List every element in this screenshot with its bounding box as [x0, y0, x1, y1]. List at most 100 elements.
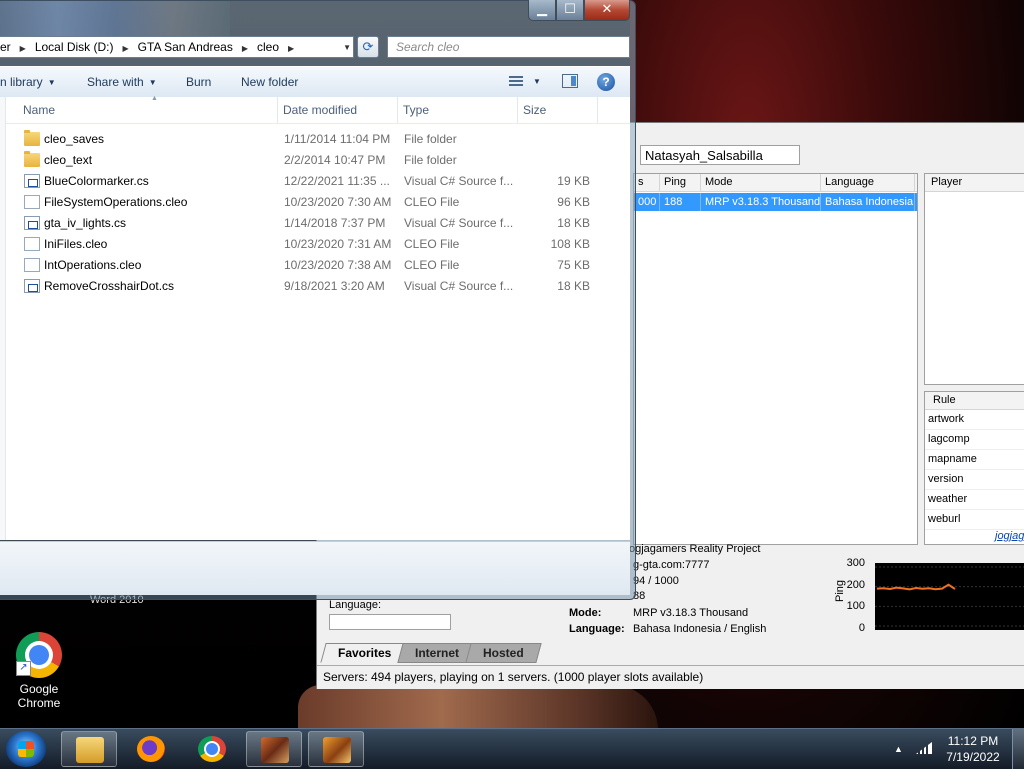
cleo-file-icon — [24, 258, 40, 272]
network-signal-icon[interactable] — [916, 742, 932, 754]
show-desktop-button[interactable] — [1012, 729, 1024, 769]
view-options-icon[interactable] — [509, 76, 523, 88]
file-type: File folder — [404, 132, 457, 146]
weburl-link[interactable]: jogjag — [995, 530, 1024, 542]
col-mode[interactable]: Mode — [701, 174, 821, 191]
chevron-down-icon: ▼ — [47, 77, 56, 87]
file-row[interactable]: IntOperations.cleo 10/23/2020 7:38 AM CL… — [6, 255, 630, 276]
col-language[interactable]: Language — [821, 174, 915, 191]
chrome-label-line2: Chrome — [17, 696, 61, 710]
file-row[interactable]: gta_iv_lights.cs 1/14/2018 7:37 PM Visua… — [6, 213, 630, 234]
tab-hosted[interactable]: Hosted — [465, 643, 542, 663]
rule-item: artwork — [925, 410, 1024, 430]
address-bar[interactable]: er ▶ Local Disk (D:) ▶ GTA San Andreas ▶ cleo ▶… — [0, 36, 354, 58]
show-hidden-icons-icon[interactable]: ▲ — [894, 744, 903, 754]
column-headers: Name ▲ Date modified Type Size — [6, 95, 630, 124]
taskbar: ▲ 11:12 PM 7/19/2022 — [0, 728, 1024, 769]
chevron-right-icon[interactable]: ▶ — [20, 38, 26, 57]
taskbar-chrome[interactable] — [184, 731, 240, 767]
file-name: cleo_saves — [44, 132, 105, 146]
server-info-mode-label: Mode: — [569, 607, 602, 619]
file-date: 10/23/2020 7:31 AM — [284, 237, 392, 251]
clock[interactable]: 11:12 PM 7/19/2022 — [938, 733, 1008, 765]
tab-favorites[interactable]: Favorites — [320, 643, 410, 663]
filter-language-input[interactable] — [329, 614, 451, 630]
server-list[interactable]: s Ping Mode Language 000 188 MRP v3.18.3… — [633, 173, 918, 545]
taskbar-gta-sa[interactable] — [246, 731, 302, 767]
chevron-right-icon[interactable]: ▶ — [123, 38, 129, 57]
server-info-name: ogjagamers Reality Project — [629, 543, 761, 555]
file-type: Visual C# Source f... — [404, 174, 514, 188]
chevron-right-icon[interactable]: ▶ — [242, 38, 248, 57]
file-date: 10/23/2020 7:30 AM — [284, 195, 392, 209]
player-col-header[interactable]: Player — [925, 174, 1024, 192]
col-players[interactable]: s — [634, 174, 660, 191]
file-size: 18 KB — [557, 279, 590, 293]
csharp-file-icon — [24, 216, 40, 230]
taskbar-samp[interactable] — [308, 731, 364, 767]
ping-chart — [875, 563, 1024, 630]
refresh-icon: ⟳ — [362, 39, 374, 54]
minimize-button[interactable]: ▁ — [528, 0, 556, 21]
column-type-header[interactable]: Type — [398, 97, 518, 123]
burn-button[interactable]: Burn — [186, 67, 211, 97]
file-date: 9/18/2021 3:20 AM — [284, 279, 385, 293]
chevron-down-icon: ▼ — [148, 77, 157, 87]
new-folder-button[interactable]: New folder — [241, 67, 298, 97]
player-name-input[interactable]: Natasyah_Salsabilla — [640, 145, 800, 165]
file-row[interactable]: FileSystemOperations.cleo 10/23/2020 7:3… — [6, 192, 630, 213]
chevron-down-icon[interactable]: ▼ — [343, 37, 351, 57]
folder-icon — [24, 130, 40, 146]
chevron-right-icon[interactable]: ▶ — [288, 38, 294, 57]
file-type: Visual C# Source f... — [404, 279, 514, 293]
file-row[interactable]: cleo_text 2/2/2014 10:47 PM File folder — [6, 150, 630, 171]
file-row[interactable]: BlueColormarker.cs 12/22/2021 11:35 ... … — [6, 171, 630, 192]
server-tabs: Favorites Internet Hosted — [320, 643, 542, 663]
folder-icon — [24, 151, 40, 167]
breadcrumb-item[interactable]: Local Disk (D:) — [35, 37, 114, 57]
file-name: RemoveCrosshairDot.cs — [44, 279, 175, 293]
column-size-header[interactable]: Size — [518, 97, 598, 123]
taskbar-explorer[interactable] — [61, 731, 117, 767]
close-button[interactable]: ✕ — [584, 0, 630, 21]
search-input[interactable]: Search cleo — [387, 36, 630, 58]
ping-tick: 200 — [846, 579, 865, 591]
file-name: cleo_text — [44, 153, 93, 167]
taskbar-firefox[interactable] — [123, 731, 179, 767]
server-language: Bahasa Indonesia — [821, 193, 915, 211]
help-icon[interactable]: ? — [597, 73, 615, 91]
rule-list[interactable]: Rule artwork lagcomp mapname version wea… — [924, 391, 1024, 545]
column-name-header[interactable]: Name — [18, 97, 278, 123]
file-name: IntOperations.cleo — [44, 258, 142, 272]
share-with-button[interactable]: Share with ▼ — [87, 67, 157, 97]
include-in-library-button[interactable]: n library ▼ — [0, 67, 56, 97]
start-button[interactable] — [6, 731, 46, 767]
server-row[interactable]: 000 188 MRP v3.18.3 Thousand Bahasa Indo… — [634, 193, 917, 211]
player-list[interactable]: Player — [924, 173, 1024, 385]
breadcrumb-item[interactable]: cleo — [257, 37, 279, 57]
status-bar: Servers: 494 players, playing on 1 serve… — [317, 665, 1024, 687]
rule-col-header[interactable]: Rule — [925, 392, 1024, 410]
command-bar: n library ▼ Share with ▼ Burn New folder ▼… — [0, 66, 630, 98]
file-row[interactable]: cleo_saves 1/11/2014 11:04 PM File folde… — [6, 129, 630, 150]
preview-pane-icon[interactable] — [562, 74, 578, 88]
col-ping[interactable]: Ping — [660, 174, 701, 191]
ping-tick: 300 — [846, 557, 865, 569]
file-row[interactable]: RemoveCrosshairDot.cs 9/18/2021 3:20 AM … — [6, 276, 630, 297]
server-info-language: Bahasa Indonesia / English — [633, 623, 767, 635]
breadcrumb-item[interactable]: GTA San Andreas — [138, 37, 233, 57]
server-mode: MRP v3.18.3 Thousand — [701, 193, 821, 211]
firefox-icon — [137, 736, 165, 762]
file-date: 1/14/2018 7:37 PM — [284, 216, 386, 230]
file-row[interactable]: IniFiles.cleo 10/23/2020 7:31 AM CLEO Fi… — [6, 234, 630, 255]
refresh-button[interactable]: ⟳ — [357, 36, 379, 58]
file-size: 96 KB — [557, 195, 590, 209]
file-size: 108 KB — [550, 237, 590, 251]
cleo-file-icon — [24, 237, 40, 251]
view-dropdown-chevron-icon[interactable]: ▼ — [533, 67, 541, 97]
file-date: 10/23/2020 7:38 AM — [284, 258, 392, 272]
maximize-button[interactable]: ☐ — [556, 0, 584, 21]
rule-item: mapname — [925, 450, 1024, 470]
column-date-header[interactable]: Date modified — [278, 97, 398, 123]
breadcrumb-item[interactable]: er — [0, 37, 11, 57]
